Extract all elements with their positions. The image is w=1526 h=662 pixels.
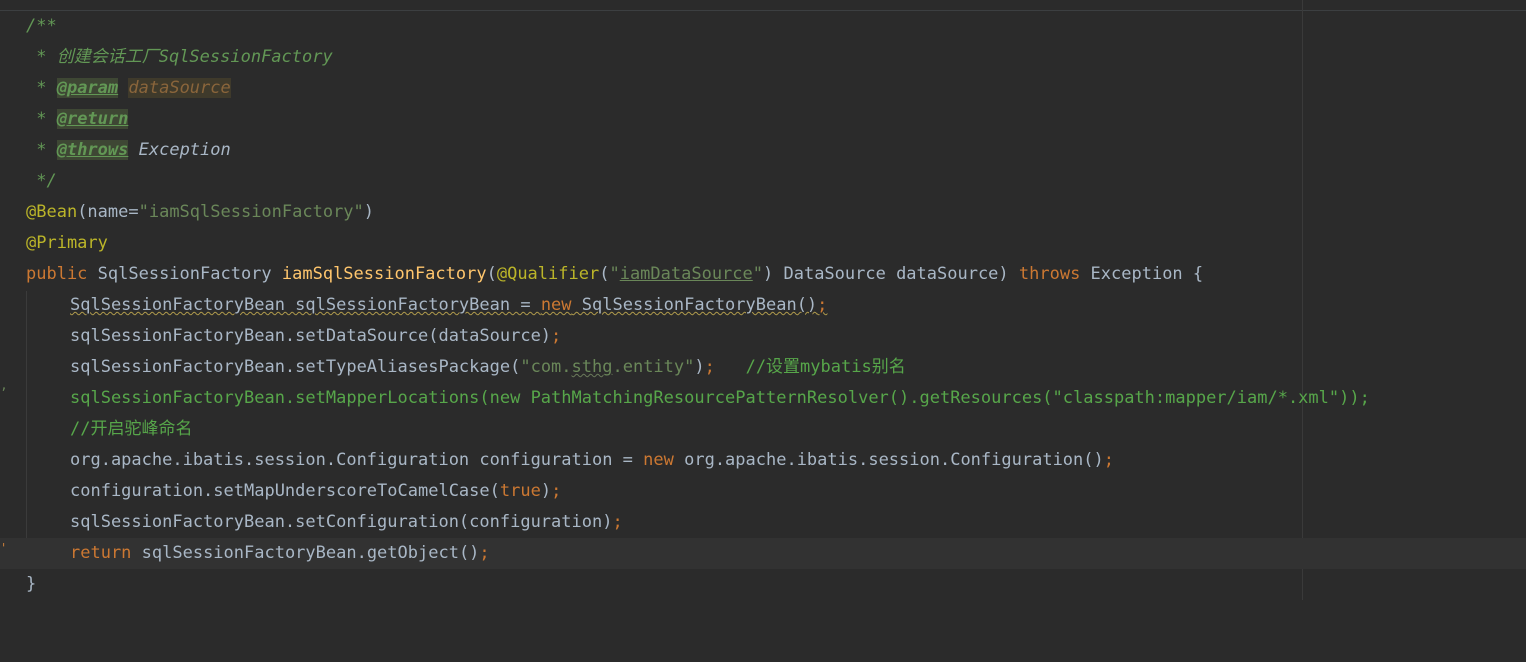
annotation-bean: @Bean	[26, 202, 78, 222]
aliases-comment: //设置mybatis别名	[714, 357, 906, 377]
code-line-13[interactable]: ʼ sqlSessionFactoryBean.setMapperLocatio…	[0, 383, 1526, 414]
annotation-primary: @Primary	[26, 233, 108, 253]
code-line-5[interactable]: * @throws Exception	[0, 135, 1526, 166]
code-line-11[interactable]: sqlSessionFactoryBean.setDataSource(data…	[0, 321, 1526, 352]
doc-comment-description: * 创建会话工厂SqlSessionFactory	[26, 47, 333, 67]
code-line-7[interactable]: @Bean(name="iamSqlSessionFactory")	[0, 197, 1526, 228]
code-line-16[interactable]: configuration.setMapUnderscoreToCamelCas…	[0, 476, 1526, 507]
set-datasource-call: sqlSessionFactoryBean.setDataSource(data…	[70, 326, 562, 346]
code-line-18-current[interactable]: ' return sqlSessionFactoryBean.getObject…	[0, 538, 1526, 569]
code-line-12[interactable]: sqlSessionFactoryBean.setTypeAliasesPack…	[0, 352, 1526, 383]
set-mapper-locations-call: sqlSessionFactoryBean.setMapperLocations…	[70, 388, 1370, 408]
set-type-aliases-call: sqlSessionFactoryBean.setTypeAliasesPack…	[70, 357, 906, 377]
camel-case-comment: //开启驼峰命名	[70, 419, 193, 439]
code-line-10[interactable]: SqlSessionFactoryBean sqlSessionFactoryB…	[0, 290, 1526, 321]
annotation-qualifier: @Qualifier	[496, 264, 600, 284]
doc-param-name: dataSource	[128, 78, 231, 98]
set-configuration-call: sqlSessionFactoryBean.setConfiguration(c…	[70, 512, 623, 532]
code-line-6[interactable]: */	[0, 166, 1526, 197]
gutter-breakpoint-marker[interactable]: '	[0, 538, 7, 558]
typo-word: sthg	[571, 357, 613, 377]
return-statement: return sqlSessionFactoryBean.getObject()…	[70, 543, 490, 563]
code-line-9[interactable]: public SqlSessionFactory iamSqlSessionFa…	[0, 259, 1526, 290]
code-line-1[interactable]: /**	[0, 11, 1526, 42]
factory-bean-declaration: SqlSessionFactoryBean sqlSessionFactoryB…	[70, 295, 828, 315]
gutter-change-marker[interactable]: ʼ	[0, 383, 7, 403]
bean-annotation-line: @Bean(name="iamSqlSessionFactory")	[26, 202, 375, 222]
code-editor[interactable]: /** * 创建会话工厂SqlSessionFactory * @param d…	[0, 0, 1526, 600]
method-signature: public SqlSessionFactory iamSqlSessionFa…	[26, 264, 1204, 284]
code-line-15[interactable]: org.apache.ibatis.session.Configuration …	[0, 445, 1526, 476]
code-line-4[interactable]: * @return	[0, 104, 1526, 135]
qualifier-string-link: iamDataSource	[619, 264, 753, 284]
code-line-3[interactable]: * @param dataSource	[0, 73, 1526, 104]
doc-tag-return: @return	[56, 109, 129, 129]
doc-comment-open: /**	[26, 16, 57, 36]
code-line-17[interactable]: sqlSessionFactoryBean.setConfiguration(c…	[0, 507, 1526, 538]
code-line-8[interactable]: @Primary	[0, 228, 1526, 259]
doc-tag-param: @param	[56, 78, 119, 98]
closing-brace: }	[26, 574, 37, 594]
doc-param-line: * @param dataSource	[26, 78, 231, 98]
set-camel-case-call: configuration.setMapUnderscoreToCamelCas…	[70, 481, 562, 501]
code-line-2[interactable]: * 创建会话工厂SqlSessionFactory	[0, 42, 1526, 73]
doc-exception-ref: Exception	[138, 140, 231, 160]
method-name: iamSqlSessionFactory	[281, 264, 487, 284]
doc-return-line: * @return	[26, 109, 129, 129]
doc-tag-throws: @throws	[56, 140, 129, 160]
code-line-19[interactable]: }	[0, 569, 1526, 600]
doc-throws-line: * @throws Exception	[26, 140, 231, 160]
doc-comment-close: */	[26, 171, 57, 191]
bean-name-string: "iamSqlSessionFactory"	[138, 202, 364, 222]
code-line-14[interactable]: //开启驼峰命名	[0, 414, 1526, 445]
configuration-declaration: org.apache.ibatis.session.Configuration …	[70, 450, 1114, 470]
